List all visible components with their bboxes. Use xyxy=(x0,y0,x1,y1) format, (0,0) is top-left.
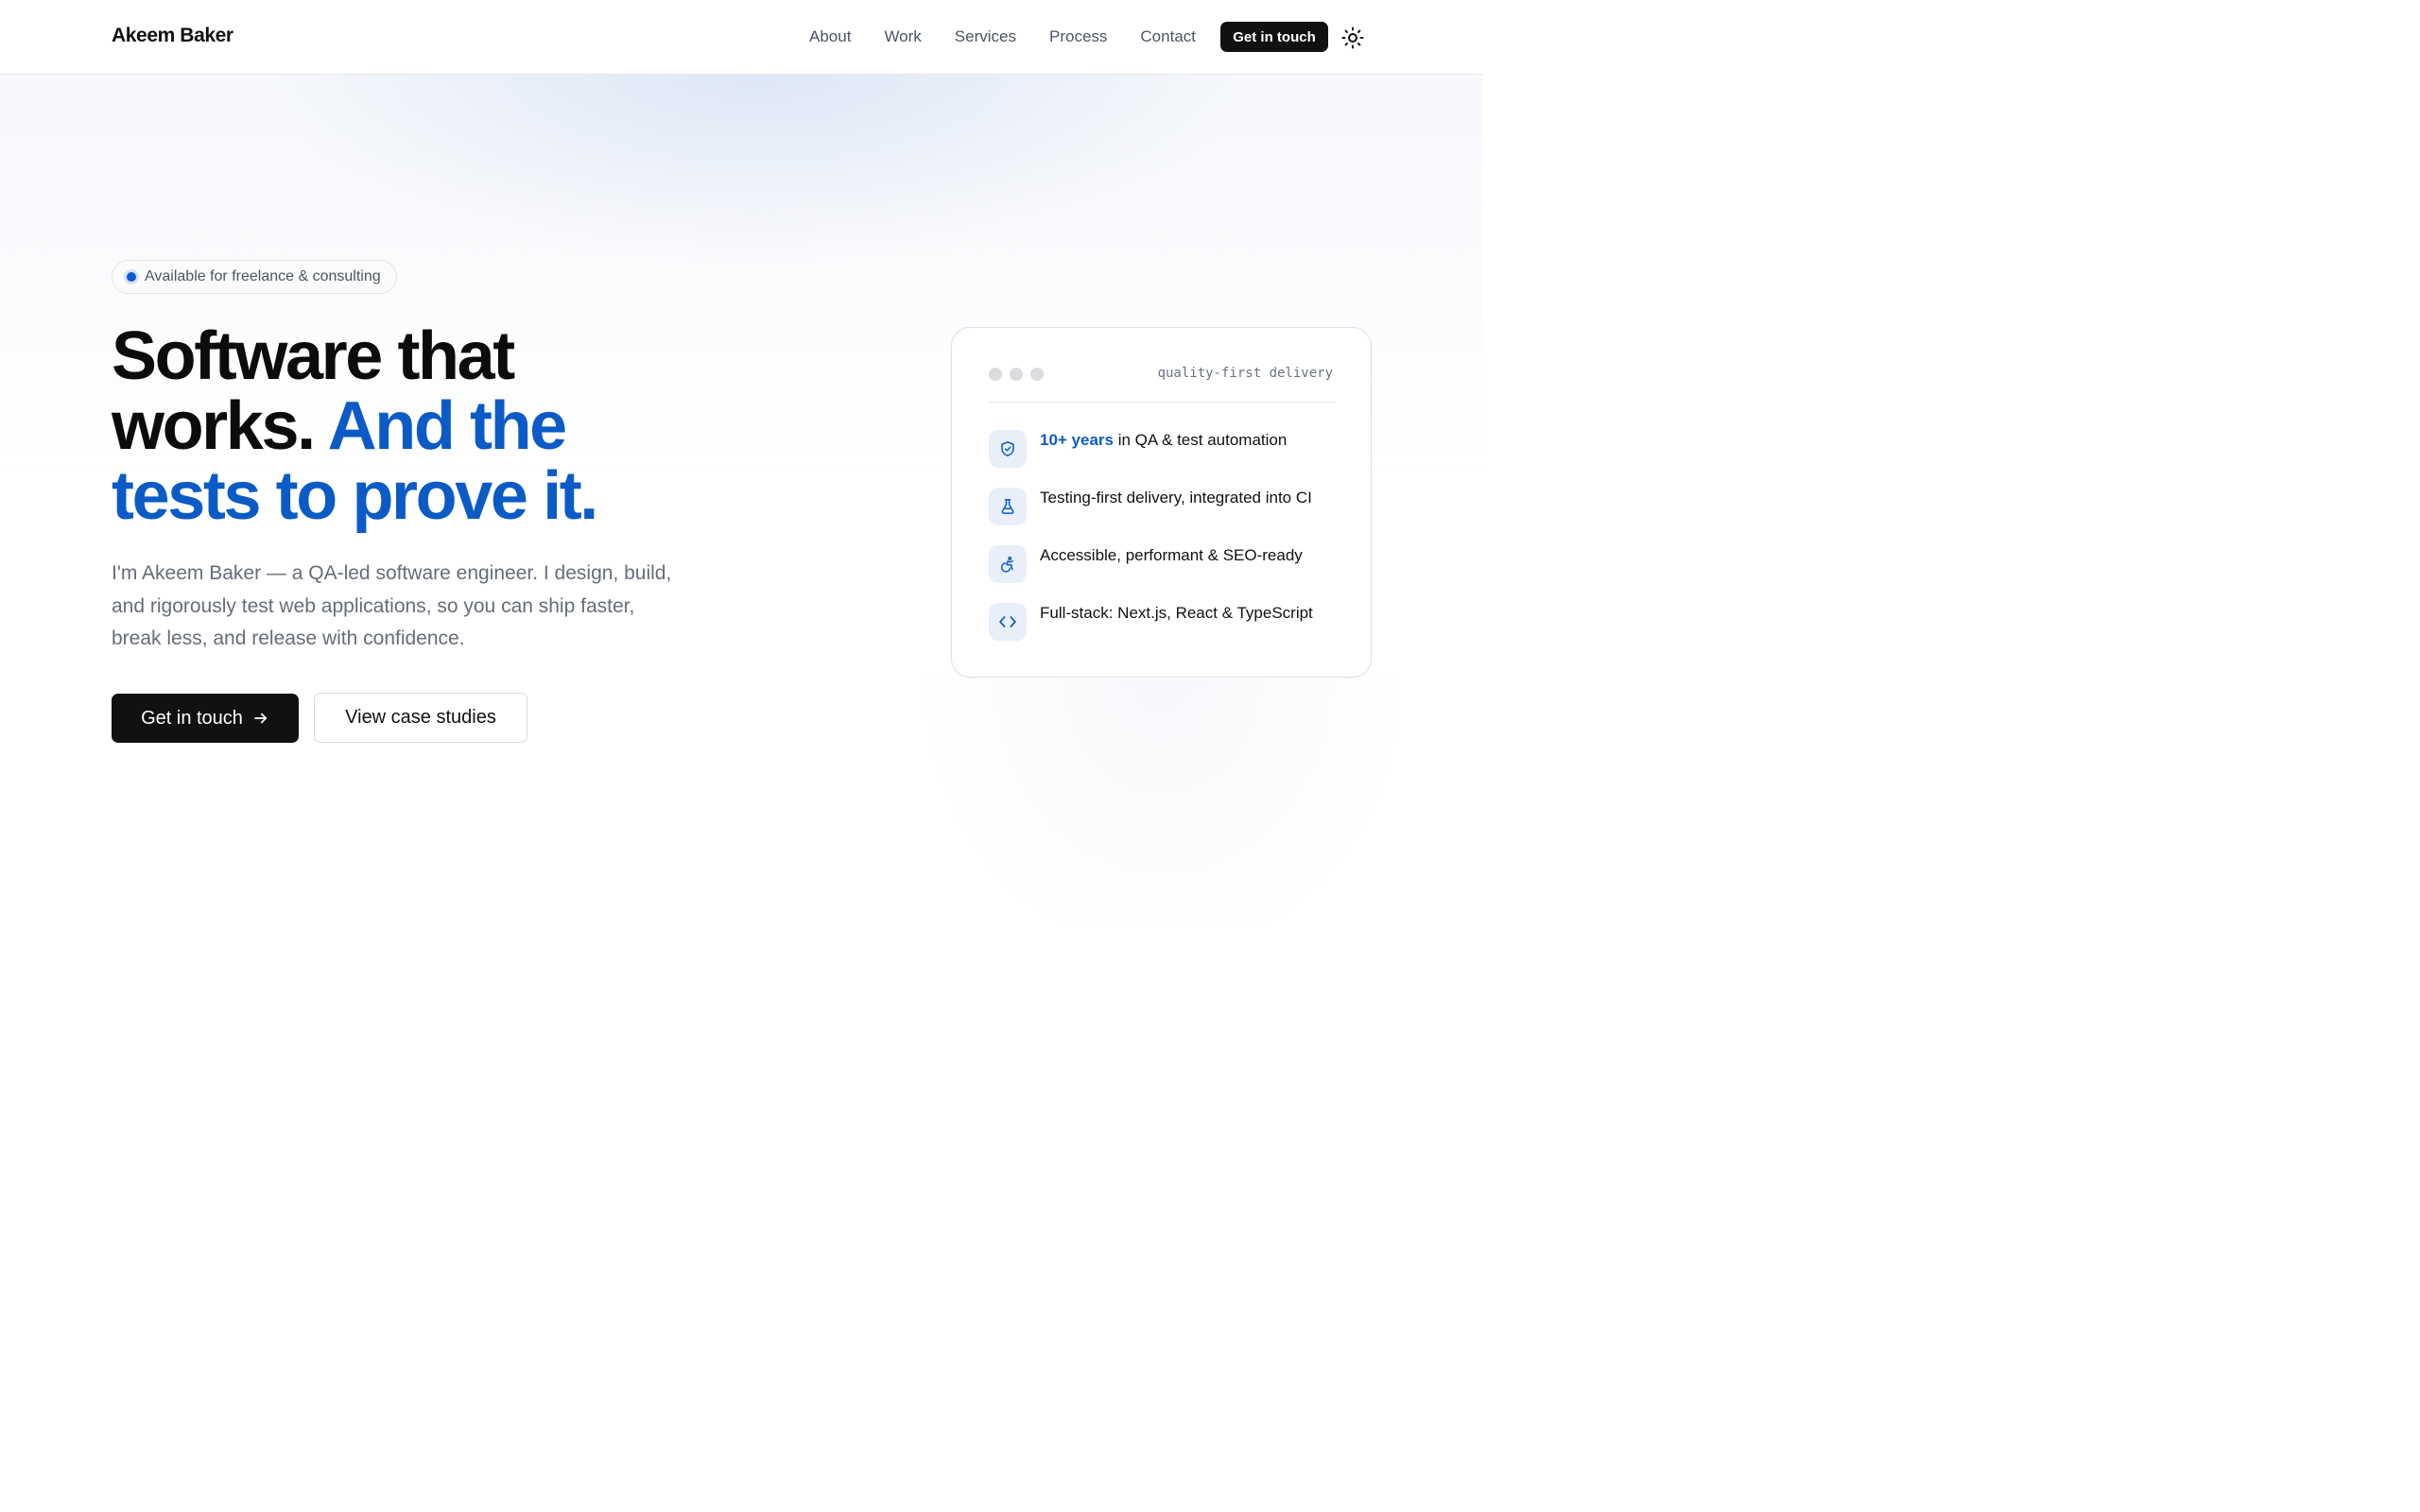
hero-title-line1: Software that xyxy=(112,318,515,394)
view-case-studies-button[interactable]: View case studies xyxy=(314,693,527,743)
site-header: Akeem Baker About Work Services Process … xyxy=(0,0,1482,75)
arrow-right-icon xyxy=(254,713,267,724)
theme-toggle-button[interactable] xyxy=(1340,26,1365,50)
availability-text: Available for freelance & consulting xyxy=(145,268,381,284)
hero-title-accent-2: tests to prove it. xyxy=(112,458,598,534)
hero-description: I'm Akeem Baker — a QA-led software engi… xyxy=(112,562,672,649)
nav-process[interactable]: Process xyxy=(1049,26,1107,47)
hero-title-plain: works. xyxy=(112,388,316,464)
main-nav: About Work Services Process Contact xyxy=(776,26,1196,47)
code-icon xyxy=(999,616,1016,627)
feature-text: Accessible, performant & SEO-ready xyxy=(1040,546,1303,564)
hero-title: Software that works. And the tests to pr… xyxy=(112,321,773,531)
feature-text: Testing-first delivery, integrated into … xyxy=(1040,489,1312,507)
feature-item: Full-stack: Next.js, React & TypeScript xyxy=(989,603,1348,641)
nav-work[interactable]: Work xyxy=(884,26,921,47)
header-get-in-touch-button[interactable]: Get in touch xyxy=(1220,22,1328,52)
quality-card: quality-first delivery 10+ years in QA &… xyxy=(951,327,1372,678)
status-dot xyxy=(127,272,136,282)
feature-highlight: 10+ years xyxy=(1040,431,1114,449)
get-in-touch-button[interactable]: Get in touch xyxy=(112,694,299,743)
availability-badge: Available for freelance & consulting xyxy=(112,260,397,294)
window-dots xyxy=(989,368,1044,381)
nav-contact[interactable]: Contact xyxy=(1140,26,1196,47)
feature-item: Accessible, performant & SEO-ready xyxy=(989,545,1348,583)
get-in-touch-label: Get in touch xyxy=(141,707,243,729)
nav-services[interactable]: Services xyxy=(955,26,1016,47)
shield-check-icon xyxy=(1001,441,1014,456)
accessibility-icon xyxy=(1000,557,1013,573)
hero-title-accent-1: And the xyxy=(327,388,568,464)
brand-logo[interactable]: Akeem Baker xyxy=(112,25,233,47)
feature-text: in QA & test automation xyxy=(1114,431,1288,449)
nav-about[interactable]: About xyxy=(809,26,851,47)
flask-icon xyxy=(1001,499,1014,514)
card-tag: quality-first delivery xyxy=(1157,366,1333,381)
feature-item: 10+ years in QA & test automation xyxy=(989,430,1348,468)
feature-text: Full-stack: Next.js, React & TypeScript xyxy=(1040,604,1313,622)
card-divider xyxy=(989,402,1335,403)
sun-icon xyxy=(1341,26,1364,49)
feature-item: Testing-first delivery, integrated into … xyxy=(989,488,1348,525)
